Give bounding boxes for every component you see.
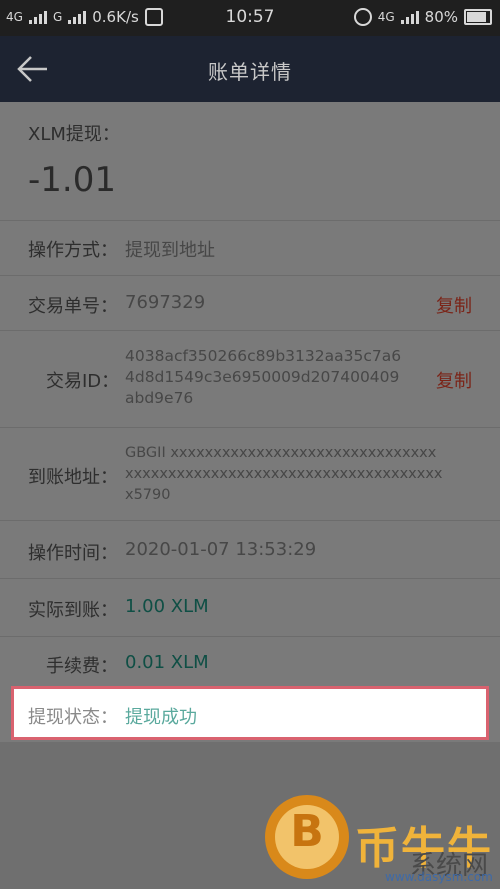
copy-order-button[interactable]: 复制: [436, 292, 472, 318]
fee-row: 手续费： 0.01 XLM: [0, 636, 500, 692]
watermark-url: www.dasysm.com: [385, 870, 493, 884]
time-label: 操作时间：: [28, 543, 118, 564]
fee-label: 手续费：: [46, 656, 118, 677]
status-label: 提现状态：: [28, 707, 118, 728]
address-line: xxxxxxxxxxxxxxxxxxxxxxxxxxxxxxxxxxxxx: [125, 466, 443, 482]
address-row: 到账地址： GBGII xxxxxxxxxxxxxxxxxxxxxxxxxxxx…: [0, 427, 500, 521]
nav-bar: 账单详情: [0, 36, 500, 102]
method-label: 操作方式：: [28, 240, 118, 261]
received-row: 实际到账： 1.00 XLM: [0, 578, 500, 637]
page-title: 账单详情: [208, 60, 292, 84]
copy-txid-button[interactable]: 复制: [436, 367, 472, 393]
received-label: 实际到账：: [28, 600, 118, 621]
txid-line: 4d8d1549c3e6950009d207400409: [125, 368, 400, 386]
battery-icon: [464, 9, 492, 25]
order-row: 交易单号： 7697329 复制: [0, 275, 500, 331]
signal-icon-3: [400, 10, 419, 24]
txid-line: 4038acf350266c89b3132aa35c7a6: [125, 347, 402, 365]
bitcoin-logo-icon: B: [265, 795, 349, 879]
txid-line: abd9e76: [125, 389, 194, 407]
status-right: 4G 80%: [353, 8, 492, 26]
status-row-highlight: 提现状态： 提现成功: [11, 686, 489, 740]
amount-section: XLM提现： -1.01: [0, 102, 500, 221]
method-value: 提现到地址: [125, 240, 215, 261]
status-value: 提现成功: [125, 707, 197, 728]
address-line: GBGII xxxxxxxxxxxxxxxxxxxxxxxxxxxxxxx: [125, 445, 437, 461]
fee-value: 0.01 XLM: [125, 652, 209, 673]
time-value: 2020-01-07 13:53:29: [125, 539, 317, 560]
type-label: XLM提现：: [28, 124, 120, 145]
time-row: 操作时间： 2020-01-07 13:53:29: [0, 520, 500, 579]
order-value: 7697329: [125, 292, 206, 313]
txid-label: 交易ID：: [46, 371, 120, 392]
address-value: GBGII xxxxxxxxxxxxxxxxxxxxxxxxxxxxxxx xx…: [125, 443, 470, 506]
status-bar: 4G G 0.6K/s 10:57 4G 80%: [0, 0, 500, 36]
amount-value: -1.01: [28, 160, 116, 200]
received-value: 1.00 XLM: [125, 596, 209, 617]
alarm-icon: [353, 8, 372, 26]
order-label: 交易单号：: [28, 296, 118, 317]
address-label: 到账地址：: [28, 467, 118, 488]
address-line: x5790: [125, 487, 171, 503]
method-row: 操作方式： 提现到地址: [0, 220, 500, 276]
network-type: 4G: [377, 10, 395, 24]
txid-value: 4038acf350266c89b3132aa35c7a6 4d8d1549c3…: [125, 346, 401, 409]
txid-row: 交易ID： 4038acf350266c89b3132aa35c7a6 4d8d…: [0, 330, 500, 428]
battery-percent: 80%: [424, 8, 458, 26]
bill-details: XLM提现： -1.01 操作方式： 提现到地址 交易单号： 7697329 复…: [0, 102, 500, 742]
